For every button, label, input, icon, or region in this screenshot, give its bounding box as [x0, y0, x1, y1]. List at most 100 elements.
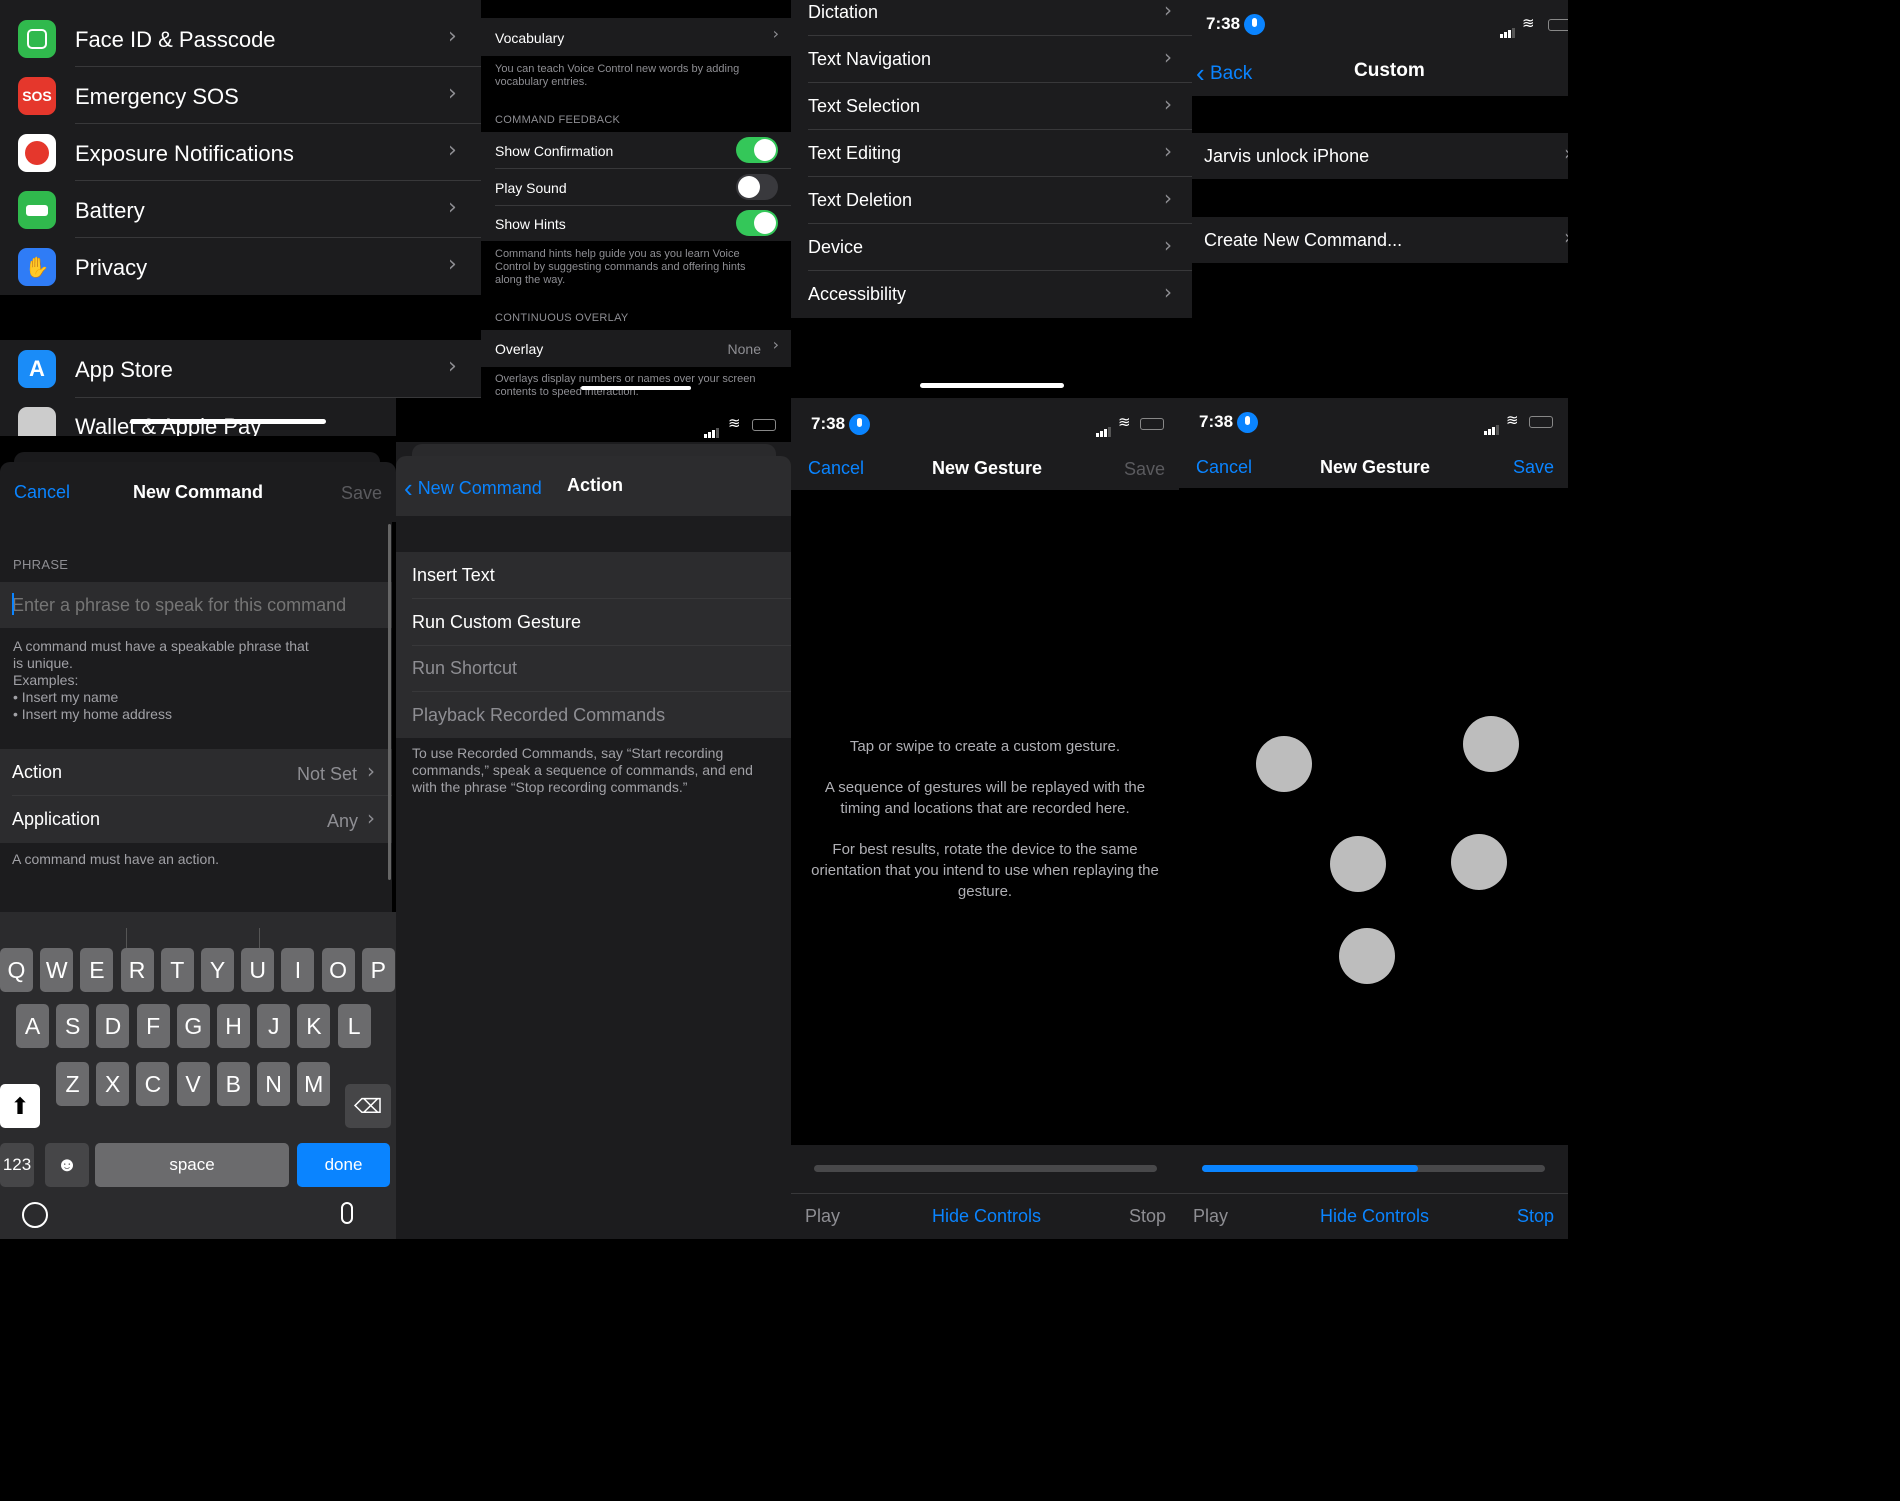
battery-icon	[1140, 418, 1164, 430]
stop-button[interactable]: Stop	[1129, 1206, 1166, 1227]
key-m[interactable]: M	[297, 1062, 331, 1106]
scroll-indicator[interactable]	[388, 524, 391, 880]
delete-key[interactable]: ⌫	[345, 1084, 391, 1128]
hand-icon: ✋	[18, 248, 56, 286]
key-p[interactable]: P	[361, 948, 395, 992]
keyboard: QWERTYUIOP ASDFGHJKL ⬆ ZXCVBNM ⌫ 123 ☻ s…	[0, 912, 396, 1239]
cancel-button[interactable]: Cancel	[14, 482, 70, 503]
key-j[interactable]: J	[257, 1004, 291, 1048]
command-category-row[interactable]: Text Deletion ›	[791, 177, 1192, 224]
key-d[interactable]: D	[96, 1004, 130, 1048]
save-button[interactable]: Save	[1513, 457, 1554, 478]
action-option-row[interactable]: Run Shortcut	[396, 645, 791, 692]
key-u[interactable]: U	[241, 948, 275, 992]
create-new-command-row[interactable]: Create New Command... ›	[1192, 217, 1568, 263]
action-option-row[interactable]: Playback Recorded Commands	[396, 692, 791, 738]
key-r[interactable]: R	[120, 948, 154, 992]
settings-row[interactable]: A App Store ›	[0, 341, 481, 398]
key-f[interactable]: F	[136, 1004, 170, 1048]
command-category-row[interactable]: Device ›	[791, 224, 1192, 271]
action-option-label: Playback Recorded Commands	[412, 704, 666, 725]
hide-controls-button[interactable]: Hide Controls	[932, 1206, 1041, 1227]
toggle-switch[interactable]	[736, 210, 778, 236]
command-category-row[interactable]: Dictation ›	[791, 0, 1192, 36]
key-e[interactable]: E	[80, 948, 114, 992]
settings-row[interactable]: Face ID & Passcode ›	[0, 10, 481, 67]
command-category-row[interactable]: Accessibility ›	[791, 271, 1192, 318]
action-option-row[interactable]: Insert Text	[396, 552, 791, 599]
back-button[interactable]: ‹ New Command	[404, 473, 542, 504]
recorded-commands-note: To use Recorded Commands, say “Start rec…	[412, 745, 753, 795]
command-row-jarvis[interactable]: Jarvis unlock iPhone ›	[1192, 133, 1568, 179]
action-row[interactable]: Action Not Set ›	[0, 749, 392, 795]
settings-row[interactable]: Exposure Notifications ›	[0, 124, 481, 181]
wifi-icon: ≋	[1506, 412, 1519, 429]
numbers-key[interactable]: 123	[0, 1143, 34, 1187]
overlay-row[interactable]: Overlay None ›	[481, 330, 791, 367]
key-v[interactable]: V	[176, 1062, 210, 1106]
phrase-header: PHRASE	[13, 557, 69, 572]
key-a[interactable]: A	[16, 1004, 49, 1048]
text-cursor	[12, 593, 14, 615]
battery-icon	[1548, 19, 1568, 31]
key-l[interactable]: L	[337, 1004, 371, 1048]
toggle-switch[interactable]	[736, 137, 778, 163]
chevron-right-icon: ›	[448, 138, 457, 163]
chevron-left-icon: ‹	[1196, 58, 1205, 88]
key-x[interactable]: X	[96, 1062, 130, 1106]
globe-icon[interactable]	[22, 1202, 48, 1228]
key-s[interactable]: S	[56, 1004, 90, 1048]
command-category-row[interactable]: Text Selection ›	[791, 83, 1192, 130]
toggle-switch[interactable]	[736, 173, 778, 200]
instruction-1: Tap or swipe to create a custom gesture.	[849, 738, 1121, 755]
save-button[interactable]: Save	[1124, 459, 1165, 480]
shift-key[interactable]: ⬆	[0, 1084, 40, 1128]
application-row[interactable]: Application Any ›	[0, 796, 392, 842]
sos-icon: SOS	[18, 77, 56, 115]
cancel-button[interactable]: Cancel	[808, 458, 864, 479]
toggle-row: Show Hints	[481, 205, 791, 241]
key-c[interactable]: C	[136, 1062, 170, 1106]
dictation-mic-icon[interactable]	[341, 1202, 353, 1224]
key-y[interactable]: Y	[201, 948, 234, 992]
settings-row[interactable]: SOS Emergency SOS ›	[0, 67, 481, 124]
key-k[interactable]: K	[297, 1004, 331, 1048]
action-option-row[interactable]: Run Custom Gesture	[396, 599, 791, 646]
key-t[interactable]: T	[160, 948, 194, 992]
key-q[interactable]: Q	[0, 948, 33, 992]
play-button[interactable]: Play	[1193, 1206, 1228, 1227]
key-i[interactable]: I	[281, 948, 315, 992]
chevron-right-icon: ›	[1164, 0, 1172, 22]
key-g[interactable]: G	[176, 1004, 210, 1048]
hide-controls-button[interactable]: Hide Controls	[1320, 1206, 1429, 1227]
key-w[interactable]: W	[40, 948, 74, 992]
stop-button[interactable]: Stop	[1517, 1206, 1554, 1227]
space-key[interactable]: space	[95, 1143, 289, 1187]
play-button[interactable]: Play	[805, 1206, 840, 1227]
key-n[interactable]: N	[257, 1062, 290, 1106]
cancel-button[interactable]: Cancel	[1196, 457, 1252, 478]
phrase-input[interactable]	[12, 586, 372, 624]
chevron-right-icon: ›	[1564, 225, 1568, 249]
touch-point	[1451, 834, 1507, 890]
playback-progress-track[interactable]	[814, 1165, 1157, 1172]
playback-progress-track[interactable]	[1202, 1165, 1545, 1172]
key-b[interactable]: B	[216, 1062, 250, 1106]
vocabulary-row[interactable]: Vocabulary ›	[481, 18, 791, 56]
wifi-icon: ≋	[728, 415, 741, 432]
save-button[interactable]: Save	[341, 483, 382, 504]
key-o[interactable]: O	[321, 948, 355, 992]
key-h[interactable]: H	[217, 1004, 250, 1048]
back-label: New Command	[417, 478, 542, 498]
settings-row[interactable]: ✋ Privacy ›	[0, 238, 481, 295]
application-label: Application	[12, 809, 101, 829]
exposure-icon	[18, 134, 56, 172]
command-category-row[interactable]: Text Editing ›	[791, 130, 1192, 177]
command-category-row[interactable]: Text Navigation ›	[791, 36, 1192, 83]
done-key[interactable]: done	[297, 1143, 390, 1187]
gesture-canvas[interactable]	[1179, 488, 1568, 1145]
key-z[interactable]: Z	[56, 1062, 89, 1106]
back-button[interactable]: ‹ Back	[1196, 58, 1252, 89]
emoji-key[interactable]: ☻	[45, 1143, 89, 1187]
settings-row[interactable]: Battery ›	[0, 181, 481, 238]
